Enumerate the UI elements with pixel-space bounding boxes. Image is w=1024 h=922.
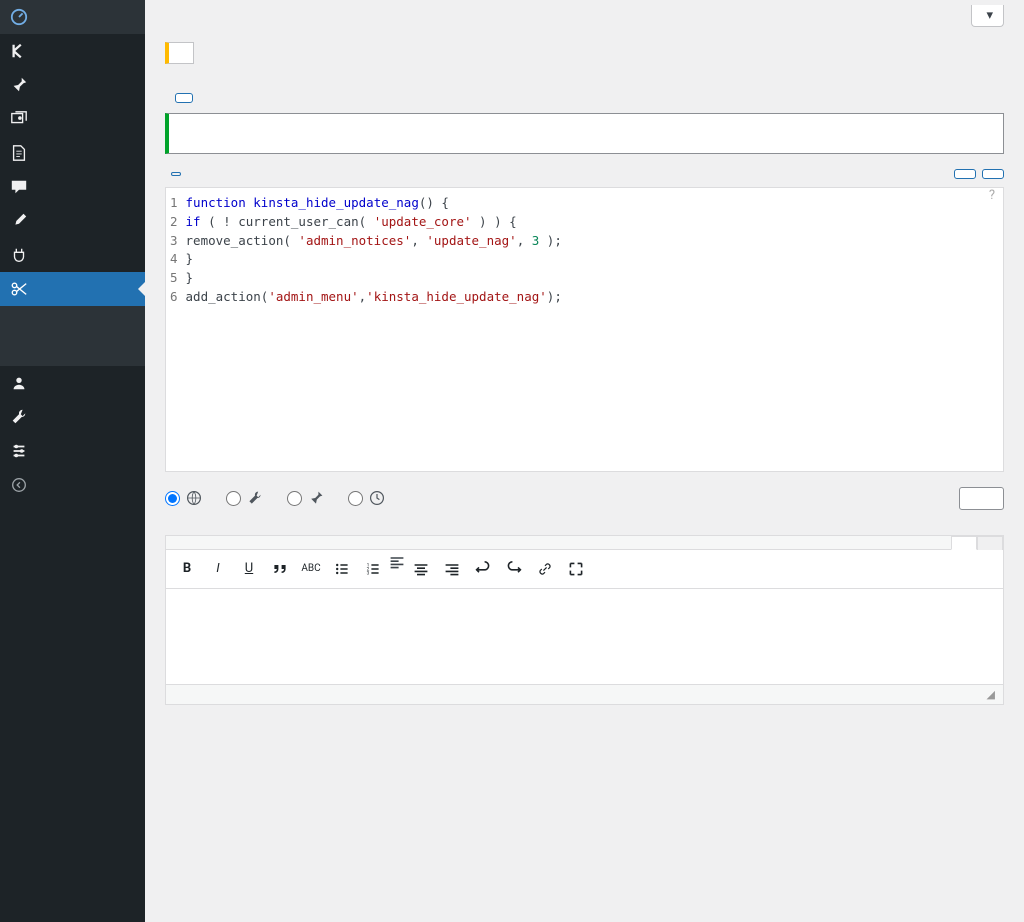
scope-radio-once[interactable] — [348, 491, 363, 506]
collapse-menu[interactable] — [0, 468, 145, 502]
svg-text:3: 3 — [367, 570, 370, 576]
resize-handle[interactable]: ◢ — [987, 688, 995, 701]
code-content[interactable]: function kinsta_hide_update_nag() { if (… — [186, 190, 1003, 311]
update-notice — [165, 42, 194, 64]
deactivate-button[interactable] — [982, 169, 1004, 179]
media-icon — [10, 110, 28, 128]
underline-button[interactable]: U — [234, 554, 264, 584]
kinsta-icon — [10, 42, 28, 60]
sidebar-item-comments[interactable] — [0, 170, 145, 204]
sidebar-item-appearance[interactable] — [0, 204, 145, 238]
admin-sidebar — [0, 0, 145, 922]
submenu-all-snippets[interactable] — [0, 306, 145, 318]
sidebar-item-plugins[interactable] — [0, 238, 145, 272]
brush-icon — [10, 212, 28, 230]
settings-icon — [10, 442, 28, 460]
italic-button[interactable]: I — [203, 554, 233, 584]
scope-radio-frontend[interactable] — [287, 491, 302, 506]
wrench-icon — [247, 490, 263, 506]
sidebar-item-settings[interactable] — [0, 434, 145, 468]
help-icon[interactable]: ? — [989, 188, 995, 203]
user-icon — [10, 374, 28, 392]
sidebar-item-dashboard[interactable] — [0, 0, 145, 34]
sidebar-item-tools[interactable] — [0, 400, 145, 434]
scope-radio-admin[interactable] — [226, 491, 241, 506]
align-right-button[interactable] — [437, 554, 467, 584]
scope-once[interactable] — [348, 490, 391, 506]
globe-icon — [186, 490, 202, 506]
sidebar-item-pages[interactable] — [0, 136, 145, 170]
tool-icon — [10, 408, 28, 426]
pin-icon — [308, 490, 324, 506]
plugin-icon — [10, 246, 28, 264]
main-content: ▾ ? 123456 — [145, 0, 1024, 922]
line-gutter: 123456 — [166, 190, 186, 311]
submenu-import[interactable] — [0, 342, 145, 354]
collapse-icon — [10, 476, 28, 494]
submenu-settings[interactable] — [0, 354, 145, 366]
pin-icon — [10, 76, 28, 94]
sidebar-submenu — [0, 306, 145, 366]
editor-toolbar: B I U ABC 123 — [166, 550, 1003, 589]
sidebar-item-snippets[interactable] — [0, 272, 145, 306]
number-list-button[interactable]: 123 — [358, 554, 388, 584]
add-new-button[interactable] — [175, 93, 193, 103]
undo-button[interactable] — [468, 554, 498, 584]
php-tag — [171, 172, 181, 176]
scope-radio-everywhere[interactable] — [165, 491, 180, 506]
save-changes-button[interactable] — [954, 169, 976, 179]
align-left-button[interactable] — [389, 554, 405, 584]
sidebar-item-kinsta[interactable] — [0, 34, 145, 68]
comment-icon — [10, 178, 28, 196]
snippet-title-input[interactable] — [165, 113, 1004, 154]
page-icon — [10, 144, 28, 162]
description-editor: B I U ABC 123 ◢ — [165, 535, 1004, 705]
help-tab[interactable]: ▾ — [971, 5, 1004, 27]
chevron-down-icon: ▾ — [986, 8, 993, 23]
text-tab[interactable] — [977, 536, 1003, 550]
quote-button[interactable] — [265, 554, 295, 584]
description-content[interactable] — [166, 589, 1003, 684]
scope-frontend[interactable] — [287, 490, 330, 506]
align-center-button[interactable] — [406, 554, 436, 584]
fullscreen-button[interactable] — [561, 554, 591, 584]
submenu-edit-snippet[interactable] — [0, 318, 145, 330]
code-editor[interactable]: ? 123456 function kinsta_hide_update_nag… — [165, 187, 1004, 472]
clock-icon — [369, 490, 385, 506]
redo-button[interactable] — [499, 554, 529, 584]
dashboard-icon — [10, 8, 28, 26]
visual-tab[interactable] — [951, 536, 977, 550]
scope-admin[interactable] — [226, 490, 269, 506]
priority-input[interactable] — [959, 487, 1004, 510]
sidebar-item-media[interactable] — [0, 102, 145, 136]
bold-button[interactable]: B — [172, 554, 202, 584]
link-button[interactable] — [530, 554, 560, 584]
scissors-icon — [10, 280, 28, 298]
strikethrough-button[interactable]: ABC — [296, 554, 326, 584]
bullet-list-button[interactable] — [327, 554, 357, 584]
sidebar-item-users[interactable] — [0, 366, 145, 400]
submenu-add-new[interactable] — [0, 330, 145, 342]
sidebar-item-posts[interactable] — [0, 68, 145, 102]
scope-everywhere[interactable] — [165, 490, 208, 506]
